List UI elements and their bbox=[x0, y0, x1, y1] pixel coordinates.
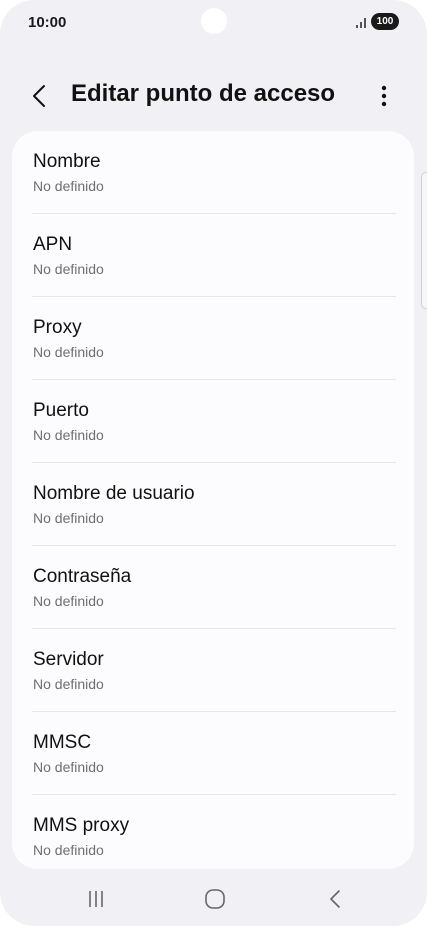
setting-value: No definido bbox=[33, 261, 104, 277]
setting-apn[interactable]: APN No definido bbox=[12, 214, 414, 297]
setting-label: MMS proxy bbox=[33, 815, 130, 836]
phone-screen: 10:00 100 Editar punto de acceso Nombre … bbox=[0, 0, 427, 926]
back-icon bbox=[330, 890, 340, 908]
setting-puerto[interactable]: Puerto No definido bbox=[12, 380, 414, 463]
setting-value: No definido bbox=[33, 759, 104, 775]
recents-button[interactable] bbox=[81, 884, 111, 914]
app-bar: Editar punto de acceso bbox=[0, 70, 427, 120]
setting-mmsc[interactable]: MMSC No definido bbox=[12, 712, 414, 795]
page-title: Editar punto de acceso bbox=[71, 80, 336, 107]
scrollbar[interactable] bbox=[421, 172, 427, 309]
setting-label: Contraseña bbox=[33, 566, 132, 587]
navigation-bar bbox=[0, 872, 427, 926]
camera-cutout bbox=[201, 8, 227, 34]
home-icon bbox=[205, 889, 225, 909]
home-button[interactable] bbox=[200, 884, 230, 914]
apn-settings-list: Nombre No definido APN No definido Proxy… bbox=[12, 131, 414, 869]
setting-label: Puerto bbox=[33, 400, 89, 421]
setting-label: Servidor bbox=[33, 649, 104, 670]
setting-value: No definido bbox=[33, 676, 104, 692]
setting-label: MMSC bbox=[33, 732, 92, 753]
back-button[interactable] bbox=[24, 80, 56, 112]
setting-value: No definido bbox=[33, 593, 104, 609]
setting-label: APN bbox=[33, 234, 73, 255]
setting-value: No definido bbox=[33, 344, 104, 360]
more-options-button[interactable] bbox=[368, 80, 400, 112]
more-vertical-icon bbox=[381, 85, 387, 107]
setting-label: Nombre bbox=[33, 151, 101, 172]
status-time: 10:00 bbox=[28, 14, 67, 31]
nav-back-button[interactable] bbox=[320, 884, 350, 914]
setting-label: Nombre de usuario bbox=[33, 483, 195, 504]
setting-contrasena[interactable]: Contraseña No definido bbox=[12, 546, 414, 629]
setting-value: No definido bbox=[33, 178, 104, 194]
battery-indicator: 100 bbox=[371, 13, 399, 30]
status-bar: 10:00 100 bbox=[0, 0, 427, 46]
signal-icon bbox=[356, 18, 366, 28]
chevron-left-icon bbox=[33, 85, 45, 107]
setting-servidor[interactable]: Servidor No definido bbox=[12, 629, 414, 712]
recents-icon bbox=[89, 891, 103, 907]
setting-label: Proxy bbox=[33, 317, 82, 338]
setting-mms-proxy[interactable]: MMS proxy No definido bbox=[12, 795, 414, 869]
setting-nombre-de-usuario[interactable]: Nombre de usuario No definido bbox=[12, 463, 414, 546]
setting-nombre[interactable]: Nombre No definido bbox=[12, 131, 414, 214]
setting-value: No definido bbox=[33, 510, 104, 526]
setting-value: No definido bbox=[33, 842, 104, 858]
setting-value: No definido bbox=[33, 427, 104, 443]
setting-proxy[interactable]: Proxy No definido bbox=[12, 297, 414, 380]
